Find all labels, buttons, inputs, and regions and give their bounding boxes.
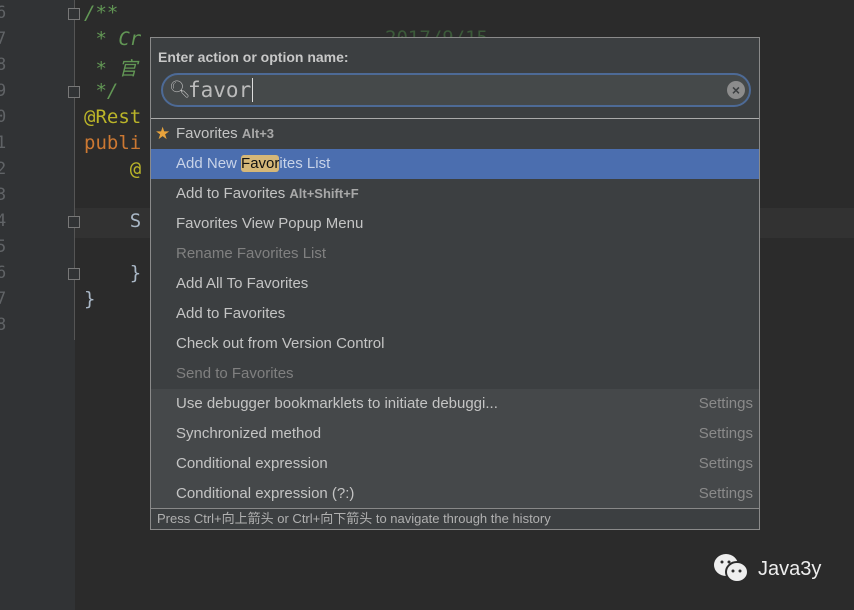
line-number: 8 [0, 315, 7, 335]
popup-title: Enter action or option name: [158, 49, 349, 65]
line-number: 2 [0, 159, 7, 179]
editor-gutter [0, 0, 75, 610]
line-number: 7 [0, 289, 7, 309]
fold-icon[interactable] [68, 216, 80, 228]
line-number: 0 [0, 107, 7, 127]
line-number: 7 [0, 29, 7, 49]
item-label: Use debugger bookmarklets to initiate de… [176, 395, 498, 412]
item-label: Favorites View Popup Menu [176, 215, 364, 232]
code-line[interactable]: @Rest [84, 106, 141, 128]
code-line[interactable]: publi [84, 132, 141, 154]
action-item[interactable]: Add New Favorites List [151, 149, 759, 179]
action-item[interactable]: Synchronized method Settings [151, 419, 759, 449]
item-label: Add New Favorites List [176, 155, 330, 172]
watermark-text: Java3y [758, 557, 822, 580]
item-label: Check out from Version Control [176, 335, 385, 352]
fold-guide [74, 0, 75, 340]
watermark: Java3y [712, 552, 821, 586]
item-label: Add to Favorites [176, 305, 286, 322]
item-category: Settings [698, 455, 753, 472]
code-line[interactable]: /** [84, 2, 118, 24]
code-line[interactable]: * 官 [84, 54, 137, 81]
match-highlight: Favor [241, 155, 280, 172]
item-category: Settings [698, 395, 753, 412]
fold-icon[interactable] [68, 268, 80, 280]
item-label: Favorites [176, 125, 238, 142]
code-line[interactable]: */ [84, 80, 118, 102]
fold-icon[interactable] [68, 86, 80, 98]
action-item[interactable]: Send to Favorites [151, 359, 759, 389]
line-number: 4 [0, 211, 7, 231]
label-post: ites List [279, 155, 331, 172]
action-item[interactable]: Add to Favorites Alt+Shift+F [151, 179, 759, 209]
action-item[interactable]: Check out from Version Control [151, 329, 759, 359]
item-category: Settings [698, 425, 753, 442]
wechat-icon [714, 554, 749, 583]
code-line[interactable]: } [84, 262, 141, 284]
results-list: ★ Favorites Alt+3 Add New Favorites List Ad… [151, 118, 759, 509]
code-line[interactable]: @ [84, 158, 141, 180]
history-hint: Press Ctrl+向上箭头 or Ctrl+向下箭头 to navigate… [151, 508, 759, 529]
line-number: 6 [0, 3, 7, 23]
line-number: 1 [0, 133, 7, 153]
action-item[interactable]: Add to Favorites [151, 299, 759, 329]
item-label: Rename Favorites List [176, 245, 327, 262]
action-item[interactable]: Conditional expression Settings [151, 449, 759, 479]
line-number: 8 [0, 55, 7, 75]
line-number: 5 [0, 237, 7, 257]
item-category: Settings [698, 485, 753, 502]
line-number: 6 [0, 263, 7, 283]
action-item[interactable]: Add All To Favorites [151, 269, 759, 299]
action-item[interactable]: Conditional expression (?:) Settings [151, 479, 759, 509]
item-label: Conditional expression (?:) [176, 485, 355, 502]
code-line[interactable]: S [84, 210, 141, 232]
item-label: Conditional expression [176, 455, 328, 472]
clear-icon[interactable]: × [727, 81, 745, 99]
action-item[interactable]: ★ Favorites Alt+3 [151, 119, 759, 149]
label-pre: Add New [176, 155, 242, 172]
shortcut: Alt+Shift+F [289, 186, 359, 201]
line-number: 9 [0, 81, 7, 101]
item-label: Add All To Favorites [176, 275, 309, 292]
search-field[interactable]: 🔍︎ favor × [161, 73, 751, 107]
item-label: Send to Favorites [176, 365, 294, 382]
fold-icon[interactable] [68, 8, 80, 20]
action-item[interactable]: Favorites View Popup Menu [151, 209, 759, 239]
star-icon: ★ [155, 124, 171, 143]
item-label: Synchronized method [176, 425, 322, 442]
item-label: Add to Favorites [176, 185, 286, 202]
code-line[interactable]: } [84, 288, 95, 310]
action-item[interactable]: Use debugger bookmarklets to initiate de… [151, 389, 759, 419]
line-number: 3 [0, 185, 7, 205]
code-line[interactable]: * Cr [84, 28, 141, 50]
action-item[interactable]: Rename Favorites List [151, 239, 759, 269]
shortcut: Alt+3 [241, 126, 275, 141]
search-input[interactable]: favor [188, 78, 254, 102]
find-action-popup: Enter action or option name: 🔍︎ favor × … [150, 37, 760, 530]
